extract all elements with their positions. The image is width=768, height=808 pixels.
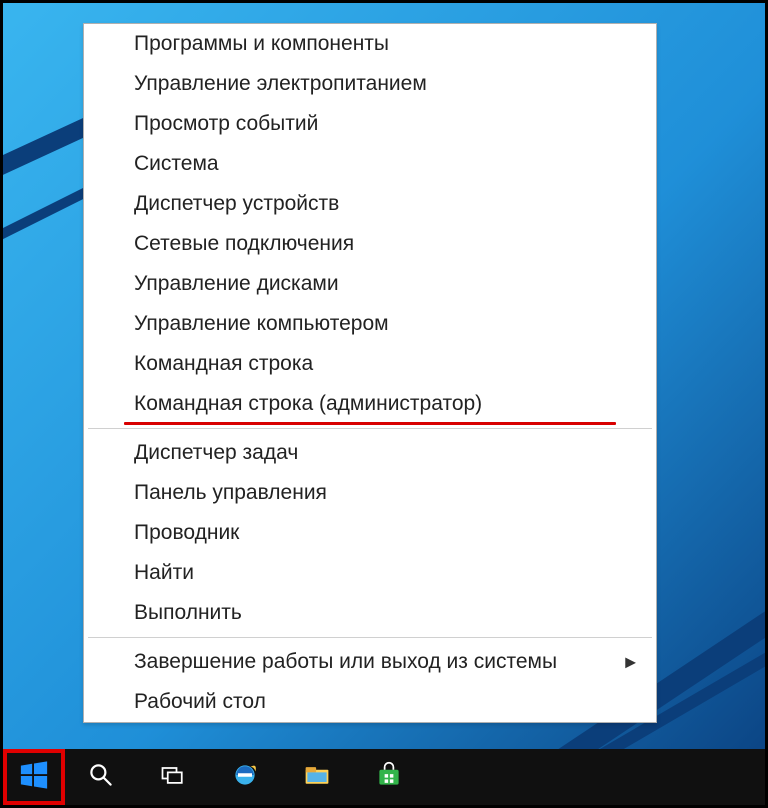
chevron-right-icon: ▶ xyxy=(625,654,636,671)
menu-item-label: Управление компьютером xyxy=(134,312,389,335)
menu-item-label: Командная строка xyxy=(134,352,313,375)
menu-item[interactable]: Управление компьютером xyxy=(84,304,656,344)
menu-item-label: Выполнить xyxy=(134,601,242,624)
menu-item[interactable]: Рабочий стол xyxy=(84,682,656,722)
ie-icon xyxy=(231,761,259,794)
menu-item-label: Панель управления xyxy=(134,481,327,504)
explorer-button[interactable] xyxy=(281,749,353,805)
menu-item[interactable]: Управление дисками xyxy=(84,264,656,304)
menu-item[interactable]: Командная строка xyxy=(84,344,656,384)
ie-button[interactable] xyxy=(209,749,281,805)
menu-item[interactable]: Диспетчер задач xyxy=(84,433,656,473)
search-icon xyxy=(87,761,115,794)
windows-logo-icon xyxy=(19,760,49,795)
highlight-underline xyxy=(124,422,616,425)
menu-item[interactable]: Диспетчер устройств xyxy=(84,184,656,224)
menu-item-label: Диспетчер задач xyxy=(134,441,298,464)
menu-item-label: Завершение работы или выход из системы xyxy=(134,650,557,673)
menu-item[interactable]: Просмотр событий xyxy=(84,104,656,144)
search-button[interactable] xyxy=(65,749,137,805)
menu-item[interactable]: Сетевые подключения xyxy=(84,224,656,264)
menu-item-label: Диспетчер устройств xyxy=(134,192,339,215)
taskview-button[interactable] xyxy=(137,749,209,805)
menu-item-label: Проводник xyxy=(134,521,239,544)
menu-item-label: Программы и компоненты xyxy=(134,32,389,55)
menu-separator xyxy=(88,637,652,638)
menu-item[interactable]: Управление электропитанием xyxy=(84,64,656,104)
menu-item-label: Сетевые подключения xyxy=(134,232,354,255)
winx-context-menu: Программы и компоненты Управление электро… xyxy=(83,23,657,723)
menu-item[interactable]: Проводник xyxy=(84,513,656,553)
menu-item-label: Система xyxy=(134,152,219,175)
store-button[interactable] xyxy=(353,749,425,805)
start-button[interactable] xyxy=(3,749,65,805)
menu-separator xyxy=(88,428,652,429)
menu-item-label: Просмотр событий xyxy=(134,112,318,135)
menu-item-label: Найти xyxy=(134,561,194,584)
store-icon xyxy=(375,761,403,794)
menu-item[interactable]: Панель управления xyxy=(84,473,656,513)
screenshot-frame: Программы и компоненты Управление электро… xyxy=(0,0,768,808)
menu-item[interactable]: Найти xyxy=(84,553,656,593)
menu-item[interactable]: Выполнить xyxy=(84,593,656,633)
taskview-icon xyxy=(159,761,187,794)
file-explorer-icon xyxy=(303,761,331,794)
menu-item[interactable]: Система xyxy=(84,144,656,184)
menu-item[interactable]: Завершение работы или выход из системы ▶ xyxy=(84,642,656,682)
menu-item-label: Командная строка (администратор) xyxy=(134,392,482,415)
menu-item[interactable]: Программы и компоненты xyxy=(84,24,656,64)
taskbar xyxy=(3,749,765,805)
menu-item-label: Управление электропитанием xyxy=(134,72,427,95)
menu-item[interactable]: Командная строка (администратор) xyxy=(84,384,656,424)
menu-item-label: Рабочий стол xyxy=(134,690,266,713)
menu-item-label: Управление дисками xyxy=(134,272,339,295)
